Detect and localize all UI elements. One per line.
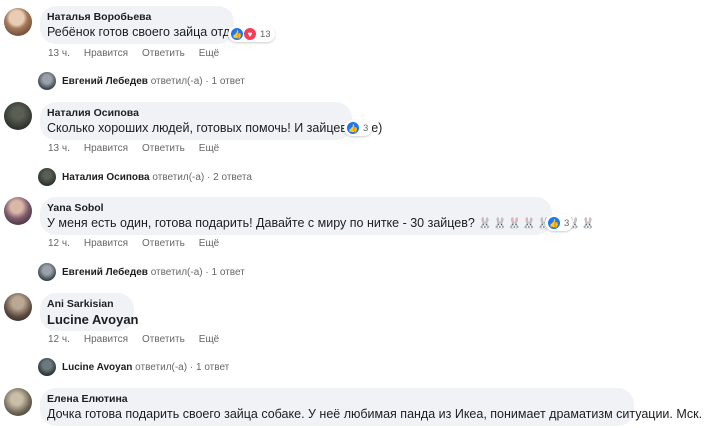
reactions-badge[interactable]: 👍 3	[545, 215, 574, 231]
reply-button[interactable]: Ответить	[142, 334, 185, 345]
reply-count: 1 ответ	[195, 361, 230, 373]
reply-count: 1 ответ	[211, 266, 245, 278]
more-button[interactable]: Ещё	[199, 334, 219, 345]
comment-text: Ребёнок готов своего зайца отдать	[47, 25, 249, 39]
comment-bubble: Ani Sarkisian Lucine Avoyan	[40, 293, 139, 331]
reply-avatar	[38, 72, 56, 90]
comment-actions: 12 ч. Нравится Ответить Ещё	[48, 334, 233, 345]
like-icon: 👍	[547, 216, 561, 230]
comment-actions: 12 ч. Нравится Ответить Ещё	[48, 238, 233, 249]
reply-verb: ответил(-а)	[152, 171, 205, 183]
comment-time[interactable]: 12 ч.	[48, 334, 70, 345]
reply-verb: ответил(-а)	[150, 75, 203, 87]
comment-author[interactable]: Елена Елютина	[47, 393, 624, 406]
reply-sep: ·	[207, 171, 211, 183]
reply-sep: ·	[205, 75, 209, 87]
avatar[interactable]	[4, 197, 32, 225]
replies-link[interactable]: Наталия Осипова ответил(-а) · 2 ответа	[38, 168, 252, 186]
reply-verb: ответил(-а)	[135, 361, 188, 373]
comment-author[interactable]: Ani Sarkisian	[47, 298, 124, 311]
comment-text: Дочка готова подарить своего зайца собак…	[47, 407, 703, 421]
like-button[interactable]: Нравится	[84, 48, 128, 59]
comment-author[interactable]: Наталья Воробьева	[47, 11, 224, 24]
like-button[interactable]: Нравится	[84, 334, 128, 345]
reactions-badge[interactable]: 👍 3	[344, 120, 373, 136]
reply-author: Наталия Осипова	[62, 171, 150, 183]
comment-text: У меня есть один, готова подарить! Давай…	[47, 215, 595, 233]
reply-sep: ·	[205, 266, 209, 278]
comment-text-body: У меня есть один, готова подарить! Давай…	[47, 216, 475, 230]
comment-text: Сколько хороших людей, готовых помочь! И…	[47, 121, 383, 135]
reply-avatar	[38, 168, 56, 186]
more-button[interactable]: Ещё	[199, 48, 219, 59]
reply-author: Lucine Avoyan	[62, 361, 133, 373]
reply-verb: ответил(-а)	[150, 266, 203, 278]
reaction-count: 3	[363, 122, 369, 134]
comment-actions: 13 ч. Нравится Ответить Ещё	[48, 143, 233, 154]
comment-author[interactable]: Yana Sobol	[47, 202, 542, 215]
avatar[interactable]	[4, 102, 32, 130]
like-icon: 👍	[230, 27, 244, 41]
replies-link[interactable]: Lucine Avoyan ответил(-а) · 1 ответ	[38, 358, 229, 376]
comment-actions: 13 ч. Нравится Ответить Ещё	[48, 48, 233, 59]
avatar[interactable]	[4, 8, 32, 36]
reply-button[interactable]: Ответить	[142, 143, 185, 154]
comment-bubble: Елена Елютина Дочка готова подарить свое…	[40, 388, 703, 426]
rabbit-emoji: 🐰🐰🐰🐰🐰🐰🐰🐰	[478, 218, 596, 230]
more-button[interactable]: Ещё	[199, 143, 219, 154]
reply-avatar	[38, 263, 56, 281]
mention-link[interactable]: Lucine Avoyan	[47, 311, 139, 328]
replies-link[interactable]: Евгений Лебедев ответил(-а) · 1 ответ	[38, 263, 245, 281]
more-button[interactable]: Ещё	[199, 238, 219, 249]
avatar[interactable]	[4, 388, 32, 416]
reaction-count: 3	[564, 217, 570, 229]
replies-link[interactable]: Евгений Лебедев ответил(-а) · 1 ответ	[38, 72, 245, 90]
reply-author: Евгений Лебедев	[62, 266, 148, 278]
avatar[interactable]	[4, 293, 32, 321]
reply-button[interactable]: Ответить	[142, 238, 185, 249]
comment-time[interactable]: 13 ч.	[48, 48, 70, 59]
like-icon: 👍	[346, 121, 360, 135]
love-icon: ♥	[243, 27, 257, 41]
reply-avatar	[38, 358, 56, 376]
comment-time[interactable]: 13 ч.	[48, 143, 70, 154]
comment-author[interactable]: Наталия Осипова	[47, 107, 342, 120]
reply-button[interactable]: Ответить	[142, 48, 185, 59]
reaction-count: 13	[260, 28, 271, 40]
comment-bubble: Наталья Воробьева Ребёнок готов своего з…	[40, 6, 249, 44]
reply-count: 1 ответ	[211, 75, 245, 87]
comment-time[interactable]: 12 ч.	[48, 238, 70, 249]
like-button[interactable]: Нравится	[84, 238, 128, 249]
reactions-badge[interactable]: 👍 ♥ 13	[228, 26, 275, 42]
reply-sep: ·	[189, 361, 194, 373]
reply-count: 2 ответа	[213, 171, 252, 183]
comment-bubble: Наталия Осипова Сколько хороших людей, г…	[40, 102, 383, 140]
comment-bubble: Yana Sobol У меня есть один, готова пода…	[40, 197, 595, 235]
reply-author: Евгений Лебедев	[62, 75, 148, 87]
like-button[interactable]: Нравится	[84, 143, 128, 154]
